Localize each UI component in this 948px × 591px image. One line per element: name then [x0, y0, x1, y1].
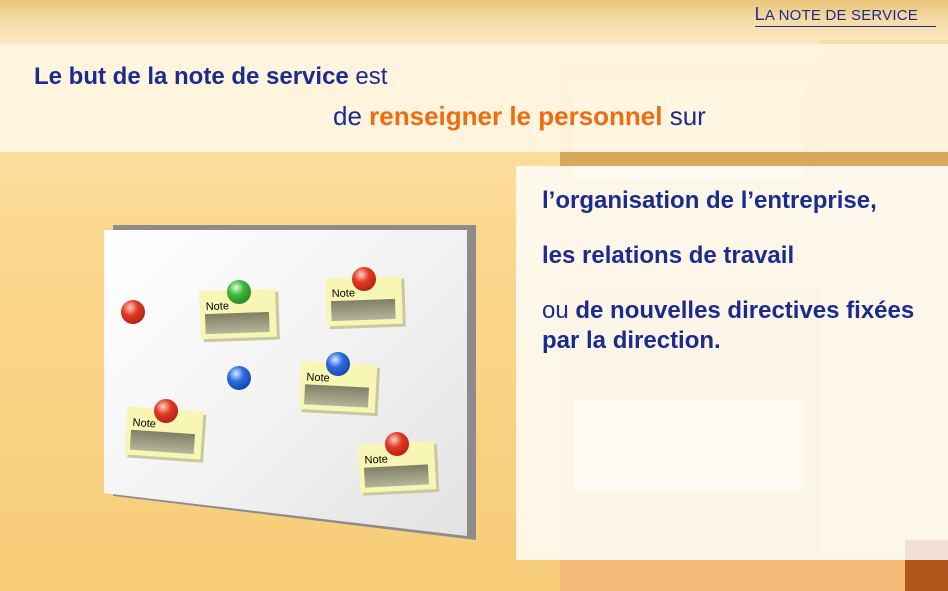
note-label: Note	[331, 287, 356, 301]
intro-highlight: renseigner le personnel	[369, 101, 663, 131]
intro-line-1: Le but de la note de service est	[34, 63, 387, 91]
intro-sur: sur	[662, 101, 706, 131]
intro-de: de	[333, 101, 370, 131]
intro-line-2: de renseigner le personnel sur	[333, 101, 706, 132]
note-label: Note	[364, 453, 389, 467]
note-bar	[363, 464, 429, 488]
green-pin-icon	[227, 280, 251, 304]
intro-bold-subject: Le but de la note de service	[34, 63, 349, 90]
band-stripe	[560, 152, 948, 166]
note-bar	[330, 298, 396, 322]
list-item-relations: les relations de travail	[542, 242, 795, 269]
list-item-directives: ou de nouvelles directives fixées par la…	[542, 296, 922, 356]
list-item-organisation: l’organisation de l’entreprise,	[542, 187, 877, 214]
blue-pin-icon	[326, 352, 350, 376]
section-title-rest: A NOTE DE SERVICE	[764, 7, 918, 24]
intro-band	[0, 44, 948, 152]
red-pin-icon	[352, 267, 376, 291]
section-title-initial: L	[754, 4, 765, 24]
note-bar	[204, 311, 270, 335]
list-item-directives-prefix: ou	[542, 297, 576, 324]
note-label: Note	[306, 371, 330, 385]
section-title: LA NOTE DE SERVICE	[754, 4, 936, 27]
floor-decor	[560, 560, 948, 591]
note-bar	[129, 429, 195, 455]
note-label: Note	[132, 416, 157, 431]
content-panel	[516, 166, 948, 560]
list-item-directives-text: de nouvelles directives fixées par la di…	[542, 297, 915, 354]
red-pin-icon	[385, 432, 409, 456]
note-label: Note	[205, 300, 230, 314]
blue-pin-icon	[227, 366, 251, 390]
red-pin-icon	[121, 300, 145, 324]
intro-verb: est	[348, 63, 388, 90]
note-bar	[304, 384, 370, 408]
red-pin-icon	[154, 399, 178, 423]
